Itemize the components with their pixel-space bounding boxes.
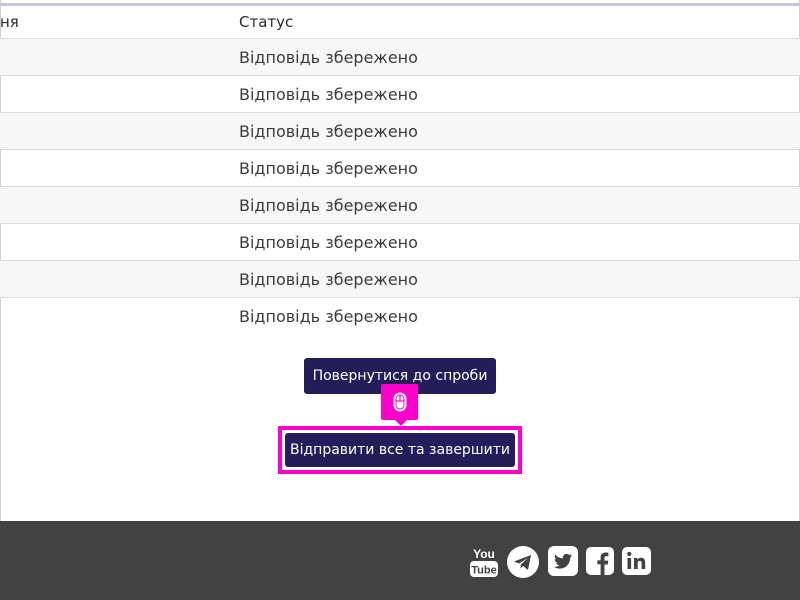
table-row: Відповідь збережено (0, 298, 800, 335)
table-header-row: ня Статус (0, 6, 800, 39)
table-row: Відповідь збережено (0, 76, 800, 113)
row-status: Відповідь збережено (239, 307, 418, 326)
table-row: Відповідь збережено (0, 261, 800, 298)
submit-all-and-finish-button[interactable]: Відправити все та завершити (285, 433, 515, 467)
row-status: Відповідь збережено (239, 196, 418, 215)
table-row: Відповідь збережено (0, 150, 800, 187)
table-row: Відповідь збережено (0, 39, 800, 76)
linkedin-icon[interactable] (621, 545, 652, 577)
row-status: Відповідь збережено (239, 48, 418, 67)
youtube-text-bottom: Tube (471, 565, 496, 577)
telegram-icon[interactable] (506, 545, 540, 579)
twitter-icon[interactable] (547, 545, 579, 577)
table-row: Відповідь збережено (0, 113, 800, 150)
mouse-icon (393, 392, 406, 412)
table-header-question: ня (0, 13, 19, 31)
row-status: Відповідь збережено (239, 233, 418, 252)
row-status: Відповідь збережено (239, 122, 418, 141)
attempt-summary-table: ня Статус Відповідь збережено Відповідь … (0, 6, 800, 335)
mouse-cursor-indicator (381, 384, 418, 426)
table-row: Відповідь збережено (0, 187, 800, 224)
row-status: Відповідь збережено (239, 270, 418, 289)
table-header-status: Статус (239, 13, 294, 31)
row-status: Відповідь збережено (239, 85, 418, 104)
facebook-icon[interactable] (585, 545, 615, 577)
row-status: Відповідь збережено (239, 159, 418, 178)
youtube-text-top: You (473, 547, 495, 561)
youtube-icon[interactable]: You Tube (469, 545, 499, 579)
table-row: Відповідь збережено (0, 224, 800, 261)
footer (0, 521, 800, 600)
